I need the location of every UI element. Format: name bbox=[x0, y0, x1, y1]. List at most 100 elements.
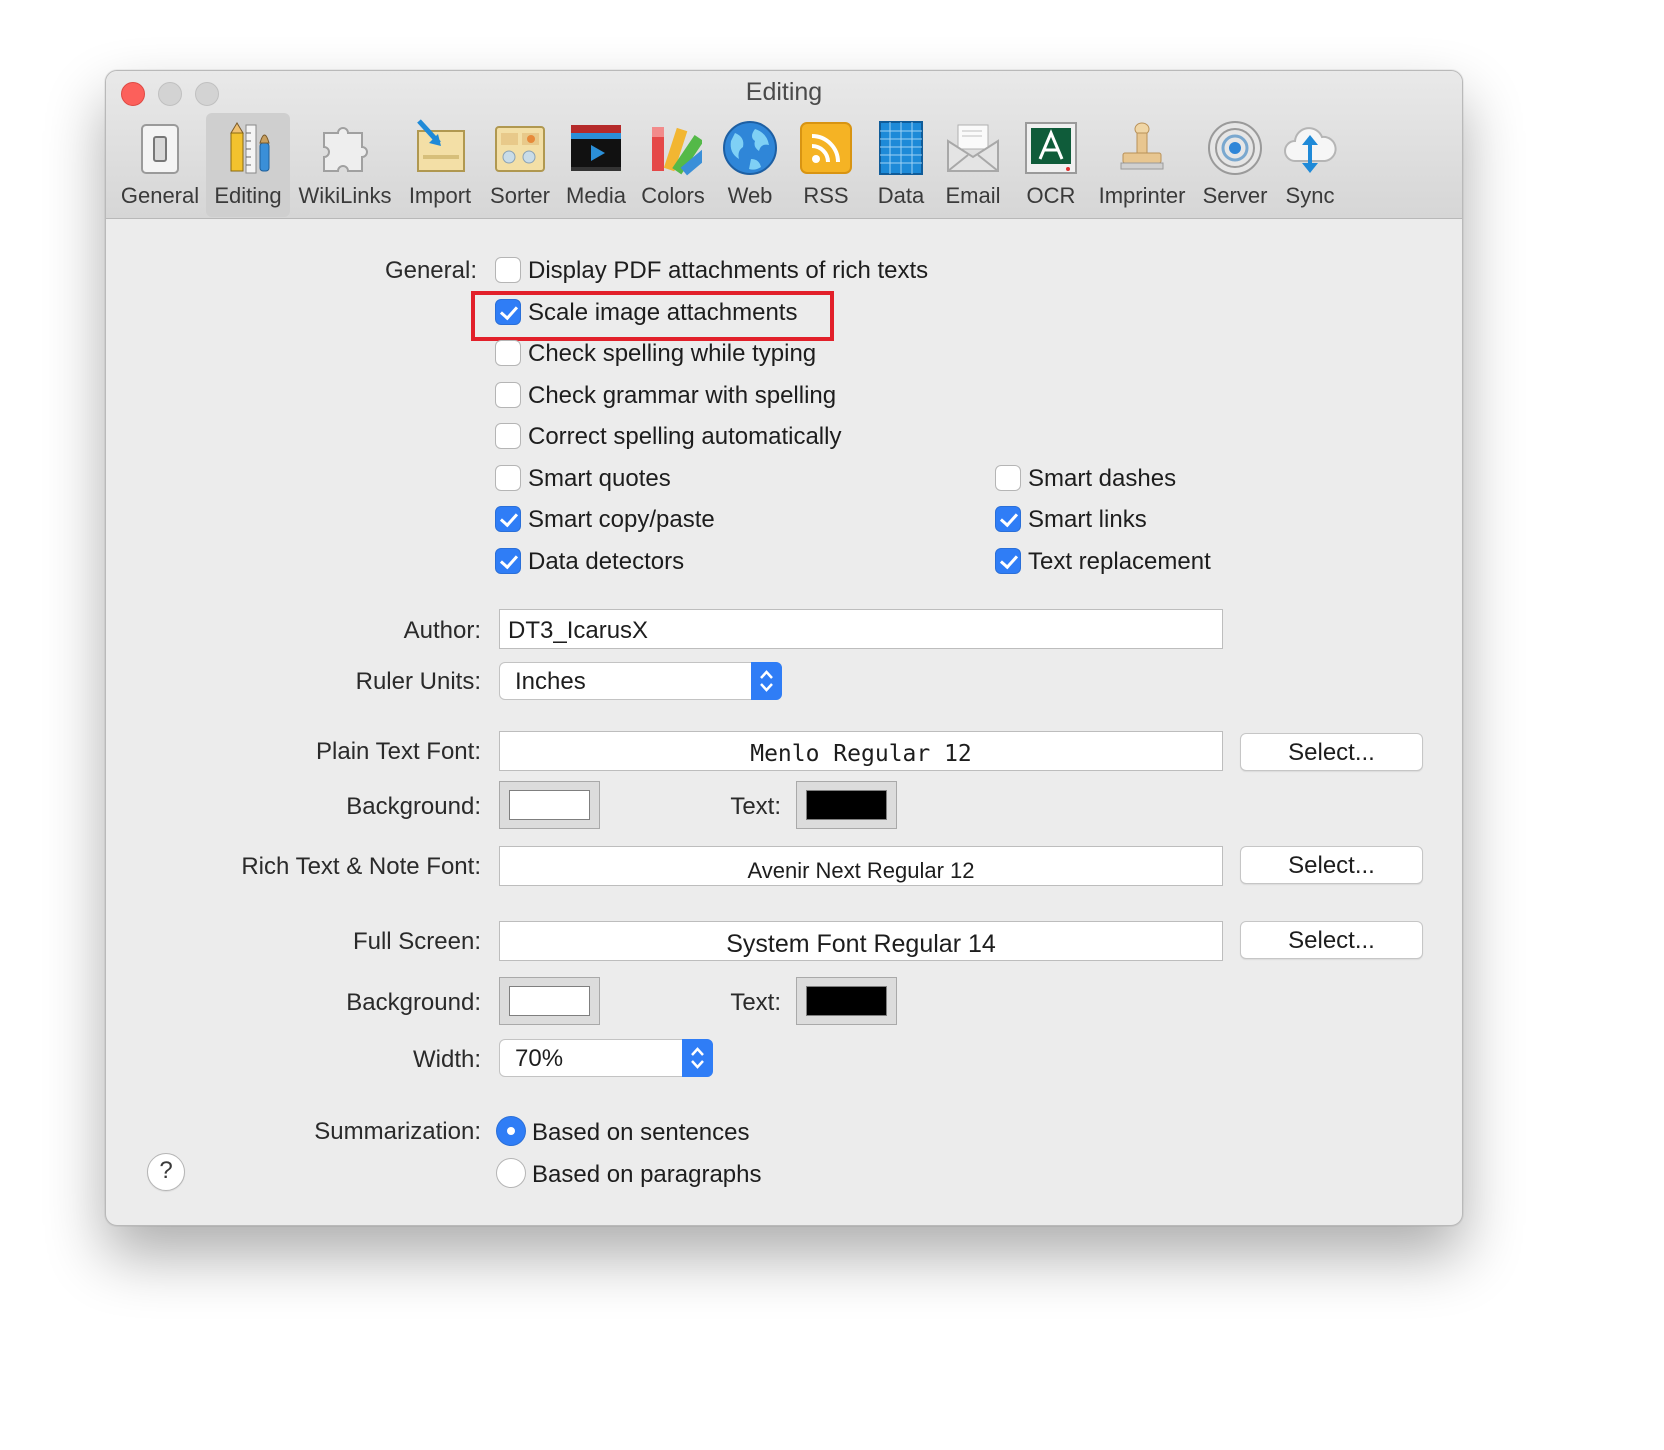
smart-quotes-label: Smart quotes bbox=[528, 465, 671, 492]
plain-text-font-select-button[interactable]: Select... bbox=[1240, 733, 1423, 771]
based-on-paragraphs-label: Based on paragraphs bbox=[532, 1161, 762, 1188]
import-tray-icon bbox=[417, 119, 465, 172]
author-field[interactable]: DT3_IcarusX bbox=[499, 609, 1223, 649]
text-replacement-label: Text replacement bbox=[1028, 548, 1211, 575]
plain-background-label: Background: bbox=[346, 793, 481, 820]
popup-stepper bbox=[682, 1039, 713, 1077]
color-swatch bbox=[806, 790, 887, 820]
tab-editing[interactable]: Editing bbox=[206, 113, 290, 217]
globe-icon bbox=[723, 121, 777, 175]
tab-rss[interactable]: RSS bbox=[790, 113, 862, 217]
width-label: Width: bbox=[412, 1046, 481, 1073]
tab-data[interactable]: Data bbox=[866, 113, 936, 217]
full-screen-font-select-button[interactable]: Select... bbox=[1240, 921, 1423, 959]
ruler-units-label: Ruler Units: bbox=[355, 668, 481, 695]
author-label: Author: bbox=[403, 617, 481, 644]
smart-links-checkbox[interactable] bbox=[995, 506, 1021, 532]
tab-label: Sorter bbox=[490, 183, 550, 208]
tab-label: Data bbox=[877, 183, 925, 208]
color-swatch bbox=[509, 790, 590, 820]
text-replacement-checkbox[interactable] bbox=[995, 548, 1021, 574]
tab-media[interactable]: Media bbox=[560, 113, 632, 217]
preferences-toolbar: General Editing WikiLinks Import Sorter … bbox=[106, 113, 1462, 219]
smart-dashes-checkbox[interactable] bbox=[995, 465, 1021, 491]
tab-server[interactable]: Server bbox=[1198, 113, 1272, 217]
tab-imprinter[interactable]: Imprinter bbox=[1094, 113, 1190, 217]
width-popup[interactable]: 70% bbox=[499, 1039, 713, 1077]
rss-icon bbox=[800, 122, 852, 174]
general-label: General: bbox=[384, 257, 477, 284]
tab-label: Media bbox=[566, 183, 626, 208]
plain-background-color-well[interactable] bbox=[499, 781, 600, 829]
smart-copy-paste-label: Smart copy/paste bbox=[528, 506, 715, 533]
editing-panel: General: Display PDF attachments of rich… bbox=[106, 219, 1462, 1225]
scale-images-label: Scale image attachments bbox=[528, 299, 798, 326]
tab-sync[interactable]: Sync bbox=[1276, 113, 1344, 217]
envelope-icon bbox=[947, 124, 999, 172]
tab-label: Colors bbox=[641, 183, 705, 208]
title-bar: Editing General Editing WikiLinks Import… bbox=[106, 71, 1462, 219]
full-screen-label: Full Screen: bbox=[352, 928, 481, 955]
display-pdf-checkbox[interactable] bbox=[495, 257, 521, 283]
tab-wikilinks[interactable]: WikiLinks bbox=[294, 113, 396, 217]
rich-text-font-select-button[interactable]: Select... bbox=[1240, 846, 1423, 884]
color-swatch bbox=[509, 986, 590, 1016]
full-screen-text-color-well[interactable] bbox=[796, 977, 897, 1025]
correct-spelling-checkbox[interactable] bbox=[495, 423, 521, 449]
tab-web[interactable]: Web bbox=[714, 113, 786, 217]
plain-text-color-label: Text: bbox=[730, 793, 781, 820]
check-grammar-checkbox[interactable] bbox=[495, 382, 521, 408]
tab-ocr[interactable]: OCR bbox=[1012, 113, 1090, 217]
check-spelling-label: Check spelling while typing bbox=[528, 340, 817, 367]
data-detectors-checkbox[interactable] bbox=[495, 548, 521, 574]
tab-general[interactable]: General bbox=[116, 113, 204, 217]
tab-label: Server bbox=[1202, 183, 1268, 208]
based-on-sentences-radio[interactable] bbox=[496, 1116, 526, 1146]
check-grammar-label: Check grammar with spelling bbox=[528, 382, 837, 409]
tab-label: Email bbox=[945, 183, 1001, 208]
full-screen-font-field: System Font Regular 14 bbox=[499, 921, 1223, 961]
stamp-icon bbox=[1120, 122, 1164, 170]
based-on-sentences-label: Based on sentences bbox=[532, 1119, 750, 1146]
full-screen-text-color-label: Text: bbox=[730, 989, 781, 1016]
ruler-units-popup[interactable]: Inches bbox=[499, 662, 782, 700]
based-on-paragraphs-radio[interactable] bbox=[496, 1158, 526, 1188]
chevron-up-down-icon bbox=[760, 670, 773, 692]
chevron-up-down-icon bbox=[691, 1047, 704, 1069]
check-spelling-checkbox[interactable] bbox=[495, 340, 521, 366]
smart-quotes-checkbox[interactable] bbox=[495, 465, 521, 491]
plain-text-font-field: Menlo Regular 12 bbox=[499, 731, 1223, 771]
color-swatch bbox=[806, 986, 887, 1016]
help-button[interactable]: ? bbox=[147, 1153, 185, 1191]
server-target-icon bbox=[1208, 121, 1262, 175]
tab-label: Sync bbox=[1285, 183, 1335, 208]
tab-email[interactable]: Email bbox=[938, 113, 1008, 217]
display-pdf-label: Display PDF attachments of rich texts bbox=[528, 257, 929, 284]
tab-label: Import bbox=[408, 183, 472, 208]
tab-sorter[interactable]: Sorter bbox=[483, 113, 557, 217]
plain-text-font-label: Plain Text Font: bbox=[316, 738, 481, 765]
tab-label: Editing bbox=[214, 183, 282, 208]
puzzle-icon bbox=[323, 127, 368, 172]
smart-copy-paste-checkbox[interactable] bbox=[495, 506, 521, 532]
plain-text-color-well[interactable] bbox=[796, 781, 897, 829]
cloud-sync-icon bbox=[1284, 127, 1337, 173]
ruler-units-value: Inches bbox=[515, 668, 586, 695]
tab-label: Web bbox=[727, 183, 773, 208]
summarization-label: Summarization: bbox=[314, 1118, 481, 1145]
pencil-ruler-icon bbox=[230, 122, 270, 174]
sorter-icon bbox=[495, 126, 545, 172]
tab-label: RSS bbox=[803, 183, 849, 208]
media-player-icon bbox=[571, 125, 621, 171]
full-screen-background-label: Background: bbox=[346, 989, 481, 1016]
correct-spelling-label: Correct spelling automatically bbox=[528, 423, 842, 450]
scale-images-checkbox[interactable] bbox=[495, 299, 521, 325]
ocr-icon bbox=[1025, 122, 1077, 174]
smart-dashes-label: Smart dashes bbox=[1028, 465, 1177, 492]
tab-colors[interactable]: Colors bbox=[636, 113, 710, 217]
rich-text-font-field: Avenir Next Regular 12 bbox=[499, 846, 1223, 886]
tab-label: OCR bbox=[1026, 183, 1076, 208]
full-screen-background-color-well[interactable] bbox=[499, 977, 600, 1025]
tab-import[interactable]: Import bbox=[400, 113, 480, 217]
preferences-window: Editing General Editing WikiLinks Import… bbox=[105, 70, 1463, 1226]
